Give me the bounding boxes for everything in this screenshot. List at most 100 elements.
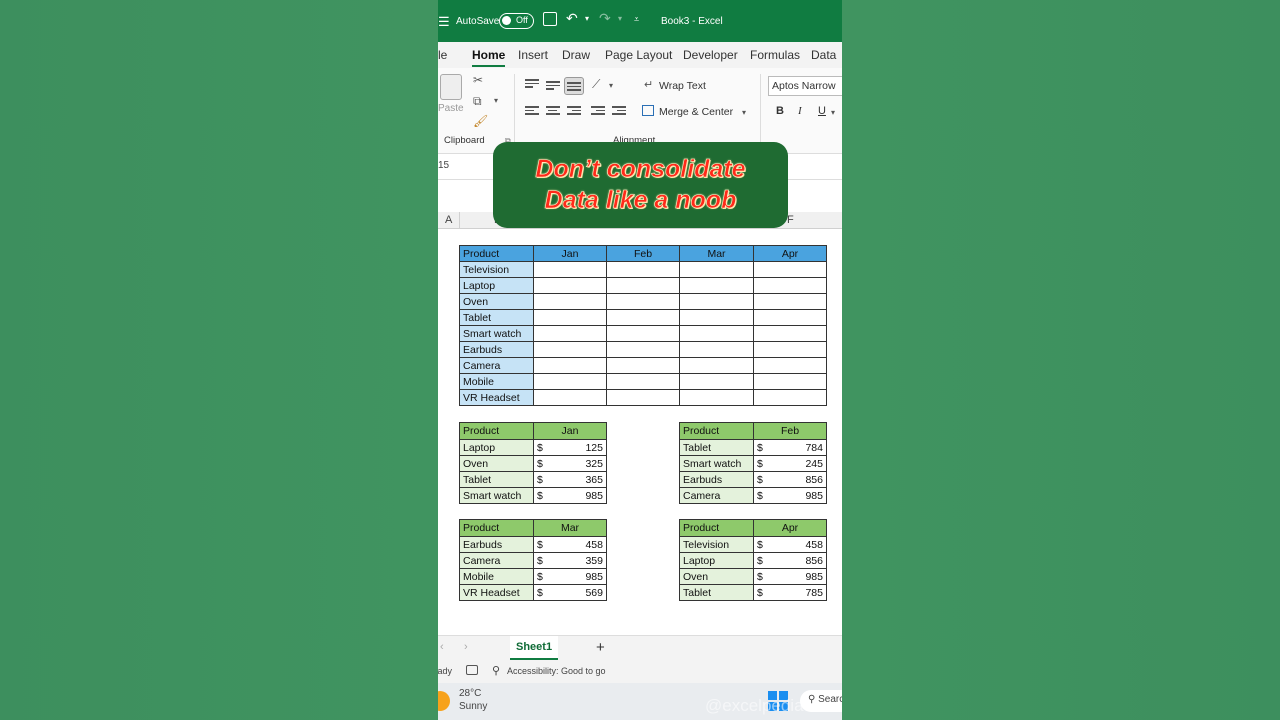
underline-button[interactable]: U — [818, 105, 826, 117]
macro-record-icon[interactable] — [466, 665, 478, 675]
empty-cell[interactable] — [533, 341, 607, 358]
currency-cell[interactable]: $ — [752, 455, 778, 472]
product-cell[interactable]: Earbuds — [459, 341, 534, 358]
product-cell[interactable]: Tablet — [679, 584, 754, 601]
product-cell[interactable]: VR Headset — [459, 584, 534, 601]
empty-cell[interactable] — [753, 373, 827, 390]
empty-cell[interactable] — [533, 357, 607, 374]
empty-cell[interactable] — [679, 341, 754, 358]
empty-cell[interactable] — [753, 261, 827, 278]
currency-cell[interactable]: $ — [532, 584, 558, 601]
empty-cell[interactable] — [753, 277, 827, 294]
product-cell[interactable]: Mobile — [459, 373, 534, 390]
prev-sheet-icon[interactable]: ‹ — [440, 641, 444, 653]
currency-cell[interactable]: $ — [532, 568, 558, 585]
header-mar[interactable]: Mar — [679, 245, 754, 262]
product-cell[interactable]: Laptop — [679, 552, 754, 569]
empty-cell[interactable] — [606, 309, 680, 326]
tab-file[interactable]: File — [438, 48, 447, 62]
empty-cell[interactable] — [533, 389, 607, 406]
empty-cell[interactable] — [606, 277, 680, 294]
column-header-a[interactable]: A — [445, 214, 452, 226]
product-cell[interactable]: Smart watch — [459, 325, 534, 342]
format-painter-icon[interactable]: 🖌 — [473, 114, 488, 128]
product-cell[interactable]: Earbuds — [679, 471, 754, 488]
value-cell[interactable]: 359 — [557, 552, 607, 569]
empty-cell[interactable] — [679, 389, 754, 406]
currency-cell[interactable]: $ — [532, 439, 558, 456]
value-cell[interactable]: 569 — [557, 584, 607, 601]
tab-data[interactable]: Data — [811, 48, 836, 62]
header-product[interactable]: Product — [459, 422, 534, 440]
value-cell[interactable]: 784 — [777, 439, 827, 456]
value-cell[interactable]: 365 — [557, 471, 607, 488]
product-cell[interactable]: Oven — [679, 568, 754, 585]
sheet-tab-sheet1[interactable]: Sheet1 — [510, 636, 559, 660]
product-cell[interactable]: Laptop — [459, 439, 534, 456]
value-cell[interactable]: 325 — [557, 455, 607, 472]
value-cell[interactable]: 856 — [777, 471, 827, 488]
align-top-icon[interactable] — [525, 79, 539, 91]
align-right-icon[interactable] — [567, 106, 581, 118]
empty-cell[interactable] — [533, 277, 607, 294]
accessibility-icon[interactable]: ⚲ — [492, 664, 500, 677]
align-middle-icon[interactable] — [546, 81, 560, 93]
wrap-text-icon[interactable]: ↵ — [644, 78, 653, 91]
tab-formulas[interactable]: Formulas — [750, 48, 800, 62]
value-cell[interactable]: 985 — [557, 568, 607, 585]
product-cell[interactable]: Tablet — [679, 439, 754, 456]
header-product[interactable]: Product — [459, 519, 534, 537]
header-month[interactable]: Mar — [533, 519, 607, 537]
value-cell[interactable]: 985 — [777, 487, 827, 504]
header-month[interactable]: Jan — [533, 422, 607, 440]
paste-icon[interactable] — [440, 74, 462, 100]
increase-indent-icon[interactable] — [612, 106, 626, 118]
currency-cell[interactable]: $ — [532, 536, 558, 553]
empty-cell[interactable] — [606, 389, 680, 406]
customize-toolbar-icon[interactable]: ⩡ — [634, 14, 639, 25]
merge-dropdown-icon[interactable]: ▾ — [742, 108, 746, 117]
header-product[interactable]: Product — [679, 519, 754, 537]
merge-center-icon[interactable] — [642, 105, 654, 116]
header-month[interactable]: Apr — [753, 519, 827, 537]
align-bottom-icon[interactable] — [564, 77, 584, 95]
empty-cell[interactable] — [753, 341, 827, 358]
align-center-icon[interactable] — [546, 106, 560, 118]
empty-cell[interactable] — [679, 293, 754, 310]
currency-cell[interactable]: $ — [752, 471, 778, 488]
value-cell[interactable]: 856 — [777, 552, 827, 569]
product-cell[interactable]: Laptop — [459, 277, 534, 294]
currency-cell[interactable]: $ — [532, 552, 558, 569]
empty-cell[interactable] — [753, 309, 827, 326]
empty-cell[interactable] — [606, 357, 680, 374]
product-cell[interactable]: Tablet — [459, 309, 534, 326]
empty-cell[interactable] — [533, 325, 607, 342]
currency-cell[interactable]: $ — [532, 487, 558, 504]
product-cell[interactable]: Television — [459, 261, 534, 278]
empty-cell[interactable] — [679, 357, 754, 374]
currency-cell[interactable]: $ — [532, 455, 558, 472]
product-cell[interactable]: Camera — [459, 552, 534, 569]
product-cell[interactable]: Smart watch — [679, 455, 754, 472]
tab-page-layout[interactable]: Page Layout — [605, 48, 672, 62]
product-cell[interactable]: Earbuds — [459, 536, 534, 553]
product-cell[interactable]: Smart watch — [459, 487, 534, 504]
value-cell[interactable]: 458 — [777, 536, 827, 553]
tab-developer[interactable]: Developer — [683, 48, 738, 62]
currency-cell[interactable]: $ — [752, 487, 778, 504]
app-menu-icon[interactable]: ☰ — [438, 14, 450, 30]
orientation-dropdown-icon[interactable]: ▾ — [609, 81, 613, 90]
empty-cell[interactable] — [533, 309, 607, 326]
copy-icon[interactable]: ⧉ — [473, 94, 482, 109]
header-month[interactable]: Feb — [753, 422, 827, 440]
align-left-icon[interactable] — [525, 106, 539, 118]
empty-cell[interactable] — [533, 261, 607, 278]
empty-cell[interactable] — [679, 309, 754, 326]
empty-cell[interactable] — [753, 357, 827, 374]
undo-dropdown-icon[interactable]: ▾ — [585, 14, 589, 23]
empty-cell[interactable] — [606, 325, 680, 342]
product-cell[interactable]: Oven — [459, 455, 534, 472]
value-cell[interactable]: 785 — [777, 584, 827, 601]
next-sheet-icon[interactable]: › — [464, 641, 468, 653]
font-name-select[interactable]: Aptos Narrow — [768, 76, 842, 96]
